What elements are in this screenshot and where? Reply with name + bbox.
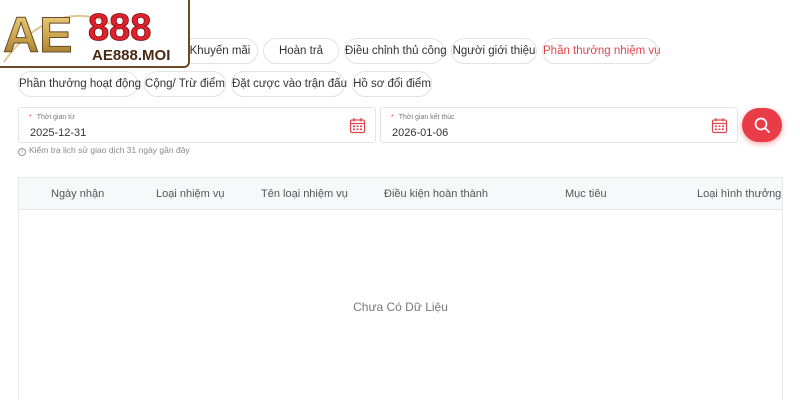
info-icon: i bbox=[18, 148, 26, 156]
required-mark: * bbox=[391, 114, 394, 121]
tab-ho-so-doi-diem[interactable]: Hồ sơ đổi điểm bbox=[352, 71, 432, 97]
rewards-table: Ngày nhận Loại nhiệm vụ Tên loại nhiệm v… bbox=[18, 177, 783, 400]
logo-888-text: 888 bbox=[88, 7, 151, 49]
required-mark: * bbox=[29, 114, 32, 121]
date-to-field[interactable]: * Thời gian kết thúc 2026-01-06 bbox=[380, 107, 738, 143]
column-header-ngay-nhan: Ngày nhận bbox=[51, 188, 105, 200]
tab-nguoi-gioi-thieu[interactable]: Người giới thiệu bbox=[451, 38, 537, 64]
date-range-hint: i Kiểm tra lịch sử giao dịch 31 ngày gần … bbox=[18, 145, 190, 156]
column-header-ten-loai-nhiem-vu: Tên loại nhiệm vụ bbox=[261, 188, 348, 200]
logo-ae-text: AE bbox=[3, 7, 72, 63]
brand-logo[interactable]: AE 888 AE888.MOI bbox=[0, 0, 190, 68]
logo-graphic: AE 888 AE888.MOI bbox=[3, 7, 171, 65]
date-to-value: 2026-01-06 bbox=[392, 127, 449, 139]
search-button[interactable] bbox=[742, 108, 782, 142]
column-header-muc-tieu: Mục tiêu bbox=[565, 188, 607, 200]
date-from-field[interactable]: * Thời gian từ 2025-12-31 bbox=[18, 107, 376, 143]
calendar-icon[interactable] bbox=[349, 117, 366, 134]
tab-dat-cuoc-vao-tran-dau[interactable]: Đặt cược vào trận đấu bbox=[231, 71, 347, 97]
column-header-dieu-kien-hoan-thanh: Điều kiện hoàn thành bbox=[384, 188, 488, 200]
tab-dieu-chinh-thu-cong[interactable]: Điều chỉnh thủ công bbox=[344, 38, 447, 64]
date-from-value: 2025-12-31 bbox=[30, 127, 87, 139]
column-header-loai-nhiem-vu: Loại nhiệm vụ bbox=[156, 188, 225, 200]
date-to-label: * Thời gian kết thúc bbox=[391, 114, 455, 121]
logo-domain-text: AE888.MOI bbox=[92, 47, 170, 64]
tab-hoan-tra[interactable]: Hoàn trả bbox=[263, 38, 339, 64]
date-from-label: * Thời gian từ bbox=[29, 114, 75, 121]
calendar-icon[interactable] bbox=[711, 117, 728, 134]
empty-state-text: Chưa Có Dữ Liệu bbox=[353, 300, 448, 314]
tab-cong-tru-diem[interactable]: Cộng/ Trừ điểm bbox=[144, 71, 226, 97]
search-icon bbox=[754, 117, 770, 133]
tab-phan-thuong-nhiem-vu[interactable]: Phần thưởng nhiệm vụ bbox=[542, 38, 661, 64]
table-header: Ngày nhận Loại nhiệm vụ Tên loại nhiệm v… bbox=[19, 178, 782, 210]
column-header-loai-hinh-thuong: Loại hình thưởng bbox=[697, 188, 782, 200]
tab-phan-thuong-hoat-dong[interactable]: Phần thưởng hoạt động bbox=[18, 71, 141, 97]
tab-khuyen-mai[interactable]: Khuyến mãi bbox=[182, 38, 258, 64]
